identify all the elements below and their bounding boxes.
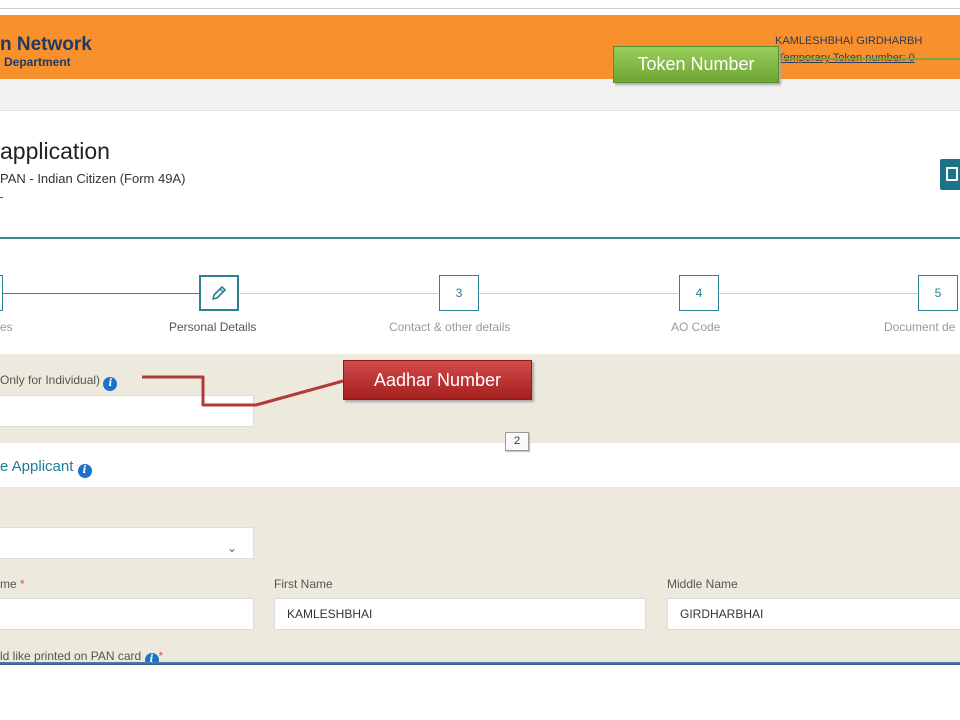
page-number-badge: 2: [505, 432, 529, 451]
aadhar-number-callout: Aadhar Number: [343, 360, 532, 400]
screenshot-region: n Network Department KAMLESHBHAI GIRDHAR…: [0, 8, 960, 665]
page: n Network Department KAMLESHBHAI GIRDHAR…: [0, 0, 960, 720]
aadhar-callout-connector: [142, 375, 344, 407]
token-number-callout: Token Number: [613, 46, 779, 83]
